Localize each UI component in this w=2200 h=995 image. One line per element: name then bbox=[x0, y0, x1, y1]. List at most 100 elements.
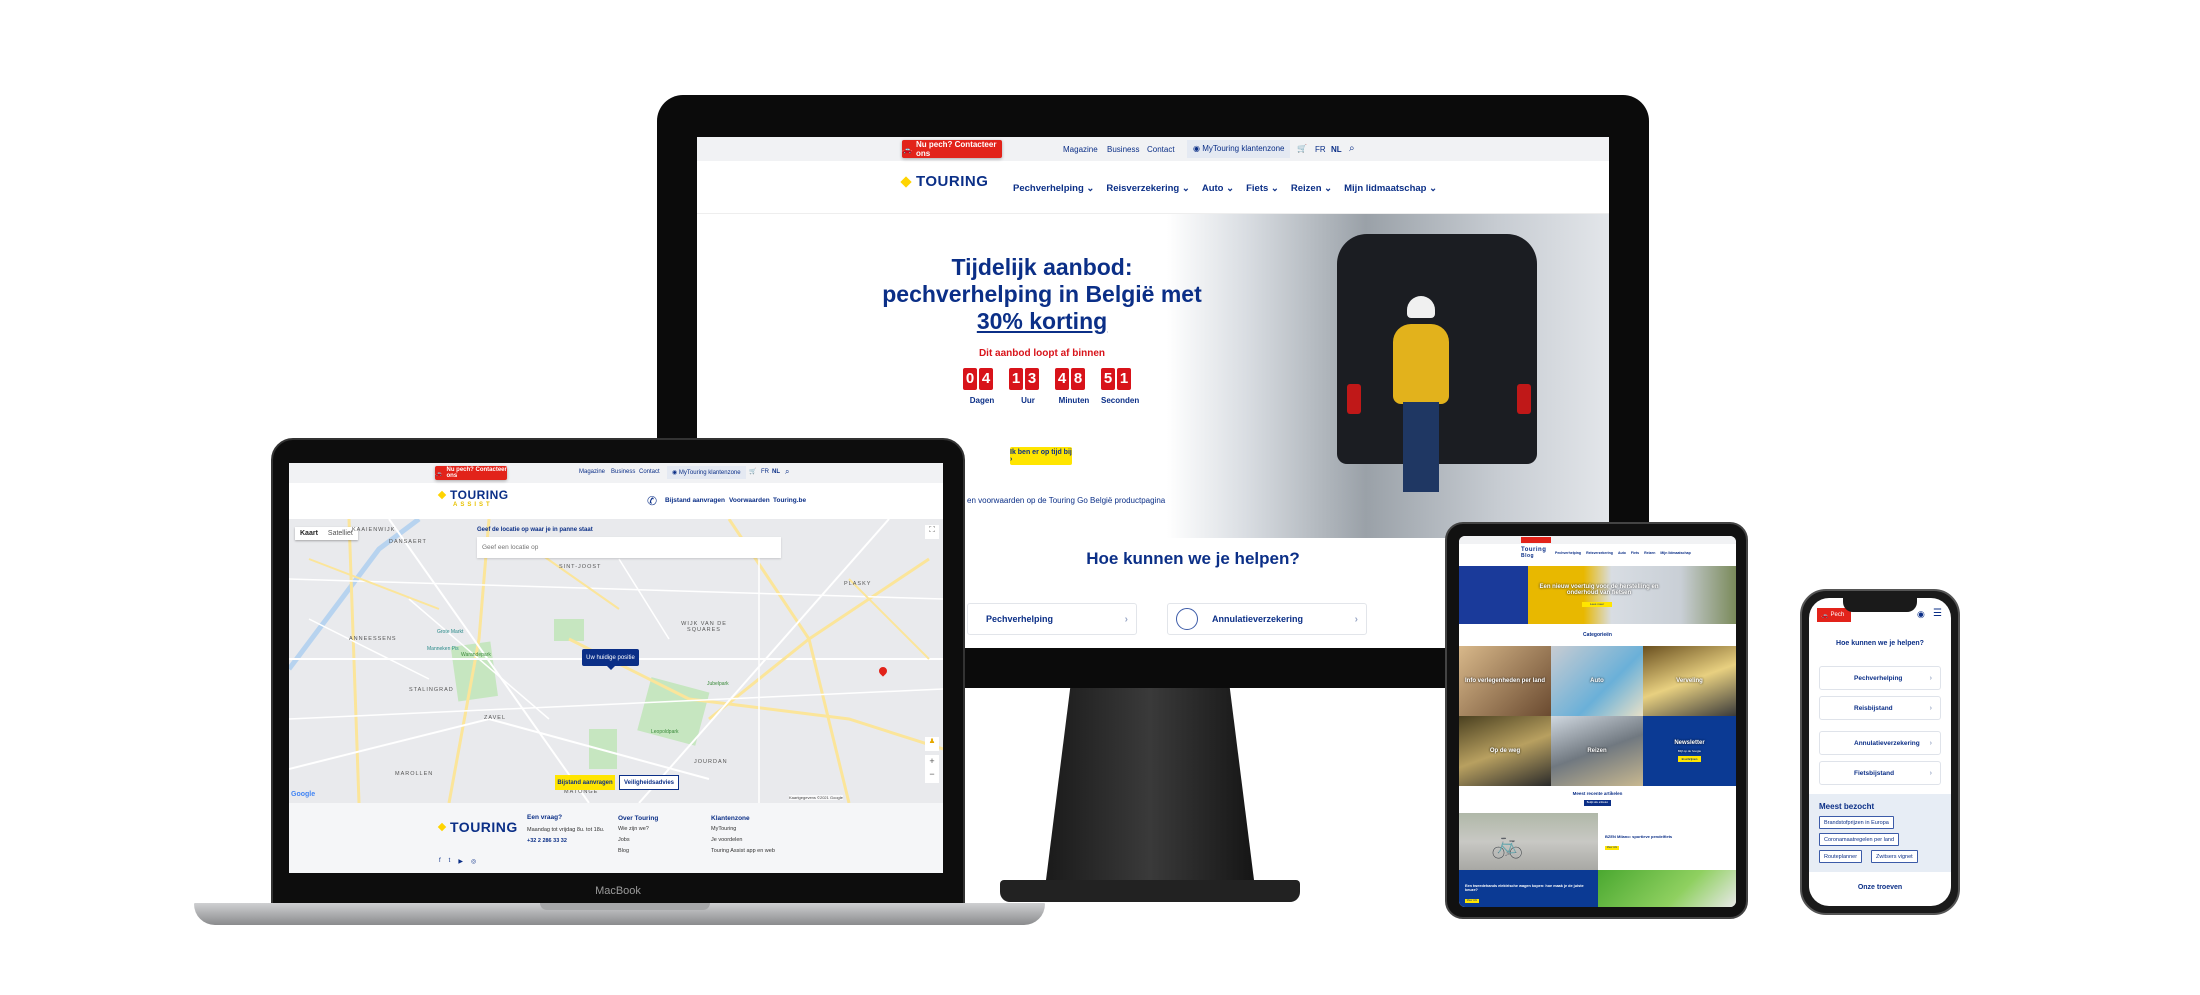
lang-nl[interactable]: NL bbox=[772, 469, 780, 475]
footer-link[interactable]: MyTouring bbox=[711, 824, 775, 835]
phone-number[interactable]: +32 2 286 33 32 bbox=[527, 837, 607, 846]
help-card-annulatieverzekering[interactable]: Annulatieverzekering › bbox=[1819, 731, 1941, 755]
footer-link[interactable]: Je voordelen bbox=[711, 835, 775, 846]
touring-assist-logo[interactable]: TOURING ASSIST bbox=[437, 488, 509, 508]
location-search-input[interactable] bbox=[477, 537, 781, 558]
link-business[interactable]: Business bbox=[1107, 145, 1139, 154]
emergency-contact-button[interactable]: 🚗 Nu pech? Contacteer ons bbox=[902, 140, 1002, 158]
menu-fiets[interactable]: Fiets ⌄ bbox=[1246, 183, 1279, 194]
help-card-reisbijstand[interactable]: Reisbijstand › bbox=[1819, 696, 1941, 720]
quick-link-chip[interactable]: Zwitsers vignet bbox=[1871, 850, 1918, 863]
article-button[interactable]: Meer info bbox=[1465, 899, 1479, 903]
nav-voorwaarden[interactable]: Voorwaarden bbox=[729, 497, 770, 504]
map-poi[interactable]: Grote Markt bbox=[437, 629, 463, 635]
request-assistance-button[interactable]: Bijstand aanvragen bbox=[555, 775, 615, 790]
cart-icon[interactable]: 🛒 bbox=[1297, 144, 1307, 153]
emergency-contact-button[interactable] bbox=[1521, 537, 1551, 543]
article-button[interactable]: Meer info bbox=[1605, 846, 1619, 850]
hamburger-menu-icon[interactable]: ☰ bbox=[1933, 608, 1942, 619]
quick-link-chip[interactable]: Brandstofprijzen in Europa bbox=[1819, 816, 1894, 829]
help-card-pechverhelping[interactable]: Pechverhelping › bbox=[967, 603, 1137, 635]
fullscreen-icon[interactable]: ⛶ bbox=[925, 525, 939, 539]
most-visited-section: Meest bezocht Brandstofprijzen in Europa… bbox=[1809, 794, 1951, 872]
category-tile[interactable]: Info verlegenheden per land bbox=[1459, 646, 1551, 716]
countdown-digit: 4 bbox=[979, 368, 993, 390]
menu-item[interactable]: Reisverzekering bbox=[1586, 551, 1613, 555]
search-icon[interactable]: ⌕ bbox=[1349, 143, 1355, 154]
youtube-icon[interactable]: ▶ bbox=[458, 858, 463, 865]
account-button[interactable]: ◉ MyTouring klantenzone bbox=[667, 466, 746, 479]
menu-reisverzekering[interactable]: Reisverzekering ⌄ bbox=[1106, 183, 1189, 194]
iphone-device: 🚗 Pech ◉ ☰ Hoe kunnen we je helpen? Pechv… bbox=[1800, 589, 1960, 915]
imac-stand bbox=[1045, 688, 1255, 888]
article-image-ev[interactable] bbox=[1598, 870, 1736, 907]
quick-link-chip[interactable]: Routeplanner bbox=[1819, 850, 1863, 863]
map-poi[interactable]: Jubelpark bbox=[707, 681, 729, 687]
footer-link[interactable]: Touring Assist app en web bbox=[711, 846, 775, 857]
touring-blog-logo[interactable]: Touring Blog bbox=[1521, 547, 1546, 559]
quick-link-chip[interactable]: Coronamaatregelen per land bbox=[1819, 833, 1900, 846]
emergency-contact-button[interactable]: 🚗 Nu pech? Contacteer ons bbox=[435, 466, 507, 480]
link-magazine[interactable]: Magazine bbox=[1063, 145, 1098, 154]
lang-fr[interactable]: FR bbox=[761, 469, 769, 475]
zoom-controls[interactable]: + − bbox=[925, 755, 939, 783]
map-place-label: KAAIENWIJK bbox=[352, 527, 396, 533]
tablet-screen: Touring Blog Pechverhelping Reisverzekerin… bbox=[1459, 536, 1736, 907]
instagram-icon[interactable]: ◎ bbox=[471, 858, 476, 865]
current-position-tooltip: Uw huidige positie bbox=[582, 649, 639, 666]
nav-bijstand[interactable]: Bijstand aanvragen bbox=[665, 497, 725, 504]
menu-item[interactable]: Reizen bbox=[1644, 551, 1655, 555]
menu-auto[interactable]: Auto ⌄ bbox=[1202, 183, 1234, 194]
map-type-kaart[interactable]: Kaart bbox=[295, 527, 323, 540]
main-menu: Pechverhelping ⌄ Reisverzekering ⌄ Auto … bbox=[1013, 183, 1437, 194]
footer-link[interactable]: Jobs bbox=[618, 835, 658, 846]
safety-advice-button[interactable]: Veiligheidsadvies bbox=[619, 775, 679, 790]
lang-fr[interactable]: FR bbox=[1315, 145, 1326, 154]
menu-item[interactable]: Mijn lidmaatschap bbox=[1660, 551, 1690, 555]
user-icon[interactable]: ◉ bbox=[1917, 609, 1925, 620]
link-magazine[interactable]: Magazine bbox=[579, 469, 605, 475]
phone-icon[interactable]: ✆ bbox=[647, 494, 657, 508]
all-articles-button[interactable]: Bekijk alle artikelen bbox=[1584, 800, 1611, 806]
user-icon: ◉ bbox=[1193, 144, 1203, 153]
menu-item[interactable]: Auto bbox=[1618, 551, 1626, 555]
map[interactable]: Kaart Satelliet KAAIENWIJK DANSAERT SINT… bbox=[289, 519, 943, 803]
category-tile[interactable]: Auto bbox=[1551, 646, 1643, 716]
menu-pechverhelping[interactable]: Pechverhelping ⌄ bbox=[1013, 183, 1094, 194]
article-card[interactable]: Een tweedehands elektrische wagen kopen:… bbox=[1459, 870, 1598, 907]
touring-logo[interactable]: TOURING bbox=[900, 173, 988, 190]
twitter-icon[interactable]: t bbox=[449, 858, 451, 865]
help-card-annulatieverzekering[interactable]: Annulatieverzekering › bbox=[1167, 603, 1367, 635]
nav-touring-be[interactable]: Touring.be bbox=[773, 497, 806, 504]
category-tile[interactable]: Op de weg bbox=[1459, 716, 1551, 786]
footer-link[interactable]: Blog bbox=[618, 846, 658, 857]
map-poi[interactable]: Manneken Pis bbox=[427, 646, 459, 652]
cart-icon[interactable]: 🛒 bbox=[749, 468, 756, 475]
help-card-pechverhelping[interactable]: Pechverhelping › bbox=[1819, 666, 1941, 690]
link-contact[interactable]: Contact bbox=[1147, 145, 1175, 154]
hero-cta-button[interactable]: Lees meer bbox=[1582, 602, 1612, 607]
footer-logo: TOURING bbox=[437, 819, 518, 835]
emergency-contact-button[interactable]: 🚗 Pech bbox=[1817, 608, 1851, 622]
menu-lidmaatschap[interactable]: Mijn lidmaatschap ⌄ bbox=[1344, 183, 1437, 194]
menu-item[interactable]: Pechverhelping bbox=[1555, 551, 1581, 555]
menu-reizen[interactable]: Reizen ⌄ bbox=[1291, 183, 1332, 194]
menu-item[interactable]: Fiets bbox=[1631, 551, 1639, 555]
link-contact[interactable]: Contact bbox=[639, 469, 660, 475]
lang-nl[interactable]: NL bbox=[1331, 145, 1342, 154]
category-tile[interactable]: Verveling bbox=[1643, 646, 1736, 716]
footer-link[interactable]: Wie zijn we? bbox=[618, 824, 658, 835]
map-poi[interactable]: Leopoldpark bbox=[651, 729, 679, 735]
facebook-icon[interactable]: f bbox=[439, 858, 441, 865]
article-image-bike[interactable]: 🚲 bbox=[1459, 813, 1598, 870]
hero-cta-button[interactable]: Ik ben er op tijd bij › bbox=[1010, 447, 1072, 465]
account-button[interactable]: ◉ MyTouring klantenzone bbox=[1187, 140, 1291, 158]
help-card-fietsbijstand[interactable]: Fietsbijstand › bbox=[1819, 761, 1941, 785]
street-view-icon[interactable]: ♟ bbox=[925, 737, 939, 751]
newsletter-button[interactable]: Inschrijven bbox=[1677, 756, 1702, 762]
article-title[interactable]: BZEN Milano: sportieve pendelfiets bbox=[1605, 834, 1730, 839]
map-poi[interactable]: Warandepark bbox=[461, 652, 491, 658]
search-icon[interactable]: ⌕ bbox=[785, 467, 789, 477]
link-business[interactable]: Business bbox=[611, 469, 635, 475]
category-tile[interactable]: Reizen bbox=[1551, 716, 1643, 786]
